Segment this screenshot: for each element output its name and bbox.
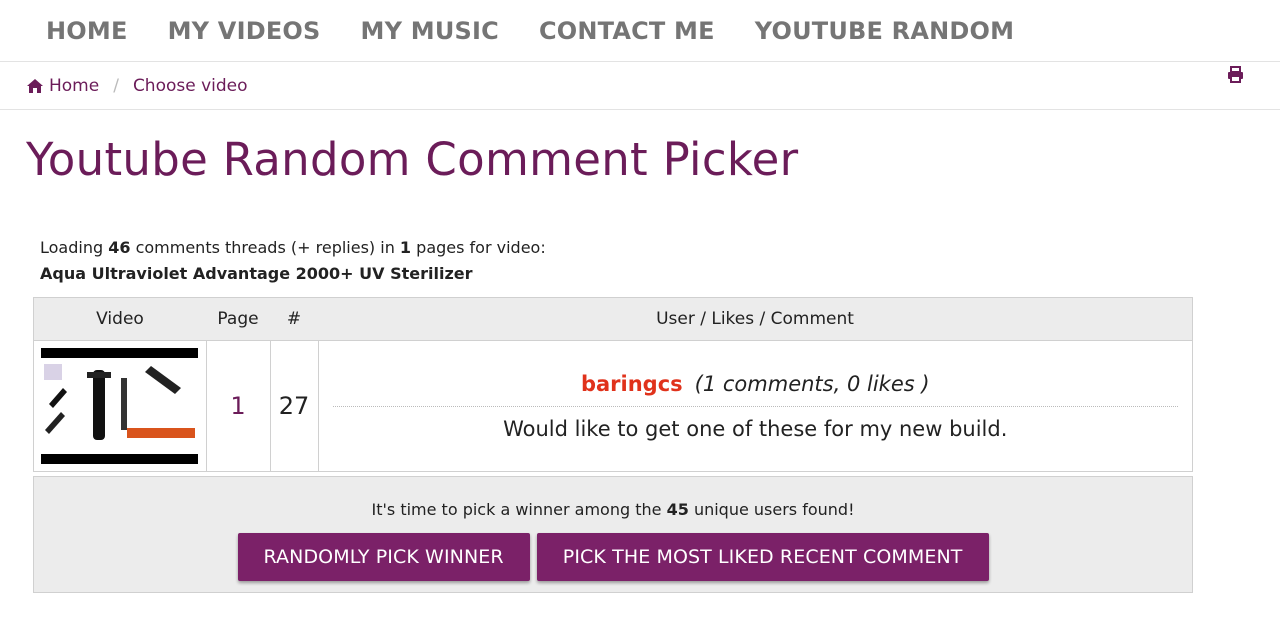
top-nav: HOME MY VIDEOS MY MUSIC CONTACT ME YOUTU…: [0, 0, 1280, 62]
unique-users-count: 45: [666, 500, 689, 519]
comment-text: Would like to get one of these for my ne…: [503, 416, 1008, 441]
comment-stats: (1 comments, 0 likes ): [694, 371, 930, 396]
winner-panel: It's time to pick a winner among the 45 …: [33, 476, 1193, 593]
header-page: Page: [206, 297, 270, 341]
sterilizer-product-image: [41, 358, 198, 454]
breadcrumb-home-label: Home: [49, 75, 100, 96]
header-index: #: [270, 297, 318, 341]
thread-count: 46: [108, 238, 131, 257]
loading-status: Loading 46 comments threads (+ replies) …: [40, 235, 546, 287]
winner-prefix: It's time to pick a winner among the: [371, 500, 662, 519]
nav-my-videos[interactable]: MY VIDEOS: [168, 17, 321, 45]
results-table: Video Page # User / Likes / Comment 1 27…: [33, 297, 1193, 472]
breadcrumb-home[interactable]: Home: [27, 76, 99, 96]
nav-home[interactable]: HOME: [46, 17, 128, 45]
table-row: 1 27 baringcs (1 comments, 0 likes ) Woul…: [34, 340, 1193, 472]
video-thumbnail[interactable]: [41, 348, 198, 464]
comment-username[interactable]: baringcs: [581, 372, 683, 396]
home-icon: [27, 78, 43, 93]
video-cell: [34, 341, 207, 472]
video-title: Aqua Ultraviolet Advantage 2000+ UV Ster…: [40, 264, 473, 283]
nav-my-music[interactable]: MY MUSIC: [361, 17, 499, 45]
breadcrumb: Home / Choose video: [0, 62, 1280, 110]
index-cell: 27: [269, 340, 318, 472]
header-comment: User / Likes / Comment: [318, 297, 1193, 341]
random-pick-button[interactable]: RANDOMLY PICK WINNER: [237, 533, 530, 581]
breadcrumb-current[interactable]: Choose video: [133, 76, 248, 96]
print-icon[interactable]: [1227, 66, 1244, 83]
comment-cell: baringcs (1 comments, 0 likes ) Would lik…: [317, 340, 1193, 472]
header-video: Video: [33, 297, 206, 341]
most-liked-button[interactable]: PICK THE MOST LIKED RECENT COMMENT: [536, 533, 989, 581]
breadcrumb-separator: /: [113, 75, 119, 96]
winner-message: It's time to pick a winner among the 45 …: [34, 500, 1192, 519]
nav-youtube-random[interactable]: YOUTUBE RANDOM: [755, 17, 1014, 45]
nav-contact-me[interactable]: CONTACT ME: [539, 17, 715, 45]
page-count: 1: [399, 238, 412, 257]
loading-middle: comments threads (+ replies) in: [135, 238, 395, 257]
page-title: Youtube Random Comment Picker: [26, 133, 799, 186]
page-cell: 1: [205, 340, 270, 472]
loading-suffix: pages for video:: [416, 238, 546, 257]
winner-suffix: unique users found!: [693, 500, 855, 519]
loading-prefix: Loading: [40, 238, 104, 257]
